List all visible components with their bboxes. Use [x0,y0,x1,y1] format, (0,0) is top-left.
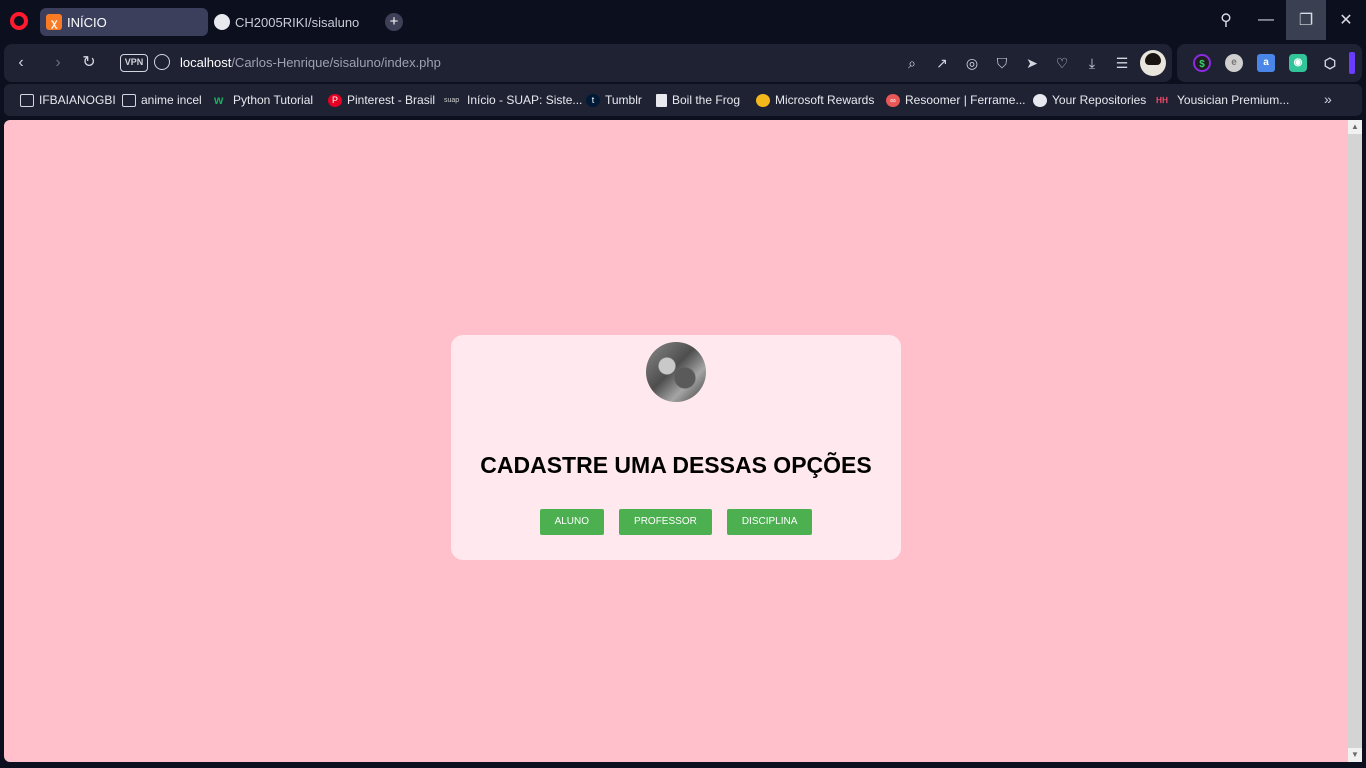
bookmark-pinterest[interactable]: P Pinterest - Brasil [328,93,435,107]
resoomer-icon: ∞ [886,93,900,107]
bookmark-label: IFBAIANOGBI [39,93,116,107]
bookmark-label: Resoomer | Ferrame... [905,93,1026,107]
forward-button[interactable]: › [47,52,69,74]
easy-setup-icon[interactable]: ☰ [1112,52,1132,74]
bookmark-microsoft-rewards[interactable]: Microsoft Rewards [756,93,874,107]
heart-icon[interactable]: ♡ [1052,52,1072,74]
url-field[interactable]: localhost/Carlos-Henrique/sisaluno/index… [180,55,441,70]
options-card: CADASTRE UMA DESSAS OPÇÕES ALUNO PROFESS… [451,335,901,560]
github-icon [1033,93,1047,107]
scroll-down-arrow-icon[interactable]: ▼ [1348,748,1362,762]
bookmark-label: anime incel [141,93,202,107]
folder-icon [20,93,34,107]
extensions-toolbar: $ e a ◉ ⬡ [1177,44,1362,82]
page-viewport: CADASTRE UMA DESSAS OPÇÕES ALUNO PROFESS… [4,120,1348,762]
folder-icon [122,93,136,107]
bookmark-boil-the-frog[interactable]: Boil the Frog [656,93,740,107]
site-info-globe-icon[interactable] [154,54,170,70]
opera-logo-icon[interactable] [10,12,28,30]
xampp-icon: ꭓ [46,14,62,30]
bookmark-folder-anime-incel[interactable]: anime incel [122,93,202,107]
bookmark-suap[interactable]: suap Início - SUAP: Siste... [444,93,582,107]
bookmark-python-tutorial[interactable]: w Python Tutorial [214,93,313,107]
w3schools-icon: w [214,92,224,107]
search-tabs-icon[interactable]: ⚲ [1206,0,1246,40]
restore-button[interactable]: ❐ [1286,0,1326,40]
bookmark-label: Pinterest - Brasil [347,93,436,107]
sidebar-toggle-bar[interactable] [1349,52,1355,74]
disciplina-button[interactable]: DISCIPLINA [726,509,813,535]
bookmark-folder-ifbaianogbi[interactable]: IFBAIANOGBI [20,93,116,107]
bookmark-your-repositories[interactable]: Your Repositories [1033,93,1146,107]
url-path: /Carlos-Henrique/sisaluno/index.php [231,55,441,70]
gray-extension-icon[interactable]: e [1225,54,1243,72]
dollar-extension-icon[interactable]: $ [1193,54,1211,72]
tumblr-icon: t [586,93,600,107]
page-title: CADASTRE UMA DESSAS OPÇÕES [480,452,872,478]
close-window-button[interactable]: ✕ [1326,0,1366,40]
scroll-up-arrow-icon[interactable]: ▲ [1348,120,1362,134]
reload-button[interactable]: ↻ [78,52,100,74]
translate-extension-icon[interactable]: a [1257,54,1275,72]
share-icon[interactable]: ↗ [932,52,952,74]
pinterest-icon: P [328,93,342,107]
card-avatar-image [646,342,706,402]
tab-strip: ꭓ INÍCIO CH2005RIKI/sisaluno + ⚲ — ❐ ✕ [0,0,1366,42]
tab-title: CH2005RIKI/sisaluno [235,14,360,30]
document-icon [656,93,667,107]
extensions-cube-icon[interactable]: ⬡ [1321,54,1339,72]
yousician-icon: ᕼᕼ [1156,95,1169,105]
bookmark-label: Yousician Premium... [1177,93,1290,107]
bookmark-yousician[interactable]: ᕼᕼ Yousician Premium... [1156,93,1289,107]
register-buttons: ALUNO PROFESSOR DISCIPLINA [451,509,901,535]
url-host: localhost [180,55,232,70]
page-scrollbar[interactable]: ▲ ▼ [1348,120,1362,762]
browser-window: ꭓ INÍCIO CH2005RIKI/sisaluno + ⚲ — ❐ ✕ ‹… [0,0,1366,768]
minimize-button[interactable]: — [1246,0,1286,40]
bookmark-label: Tumblr [605,93,642,107]
address-actions: ⌕ ↗ ◎ ⛉ ➤ ♡ ⤓ ☰ [902,52,1132,74]
green-extension-icon[interactable]: ◉ [1289,54,1307,72]
suap-icon: suap [444,96,460,104]
tab-title: INÍCIO [67,14,107,30]
page-search-icon[interactable]: ⌕ [902,52,922,74]
bookmarks-bar: IFBAIANOGBI anime incel w Python Tutoria… [4,84,1362,116]
shield-icon[interactable]: ⛉ [992,52,1012,74]
bookmark-label: Início - SUAP: Siste... [467,93,583,107]
tab-github-sisaluno[interactable]: CH2005RIKI/sisaluno [208,8,378,36]
new-tab-button[interactable]: + [385,13,403,31]
bookmark-label: Microsoft Rewards [775,93,875,107]
back-button[interactable]: ‹ [10,52,32,74]
aluno-button[interactable]: ALUNO [539,509,605,535]
download-icon[interactable]: ⤓ [1082,52,1102,74]
bookmark-label: Boil the Frog [672,93,741,107]
vpn-badge[interactable]: VPN [120,54,148,72]
tab-inicio[interactable]: ꭓ INÍCIO [40,8,208,36]
more-bookmarks-chevron-icon[interactable]: » [1324,91,1332,107]
bookmark-label: Python Tutorial [233,93,314,107]
profile-avatar[interactable] [1140,50,1166,76]
professor-button[interactable]: PROFESSOR [619,509,712,535]
address-toolbar: ‹ › ↻ VPN localhost/Carlos-Henrique/sisa… [4,44,1172,82]
github-icon [214,14,230,30]
bookmark-tumblr[interactable]: t Tumblr [586,93,642,107]
camera-snapshot-icon[interactable]: ◎ [962,52,982,74]
medal-icon [756,93,770,107]
send-icon[interactable]: ➤ [1022,52,1042,74]
bookmark-resoomer[interactable]: ∞ Resoomer | Ferrame... [886,93,1025,107]
bookmark-label: Your Repositories [1052,93,1147,107]
